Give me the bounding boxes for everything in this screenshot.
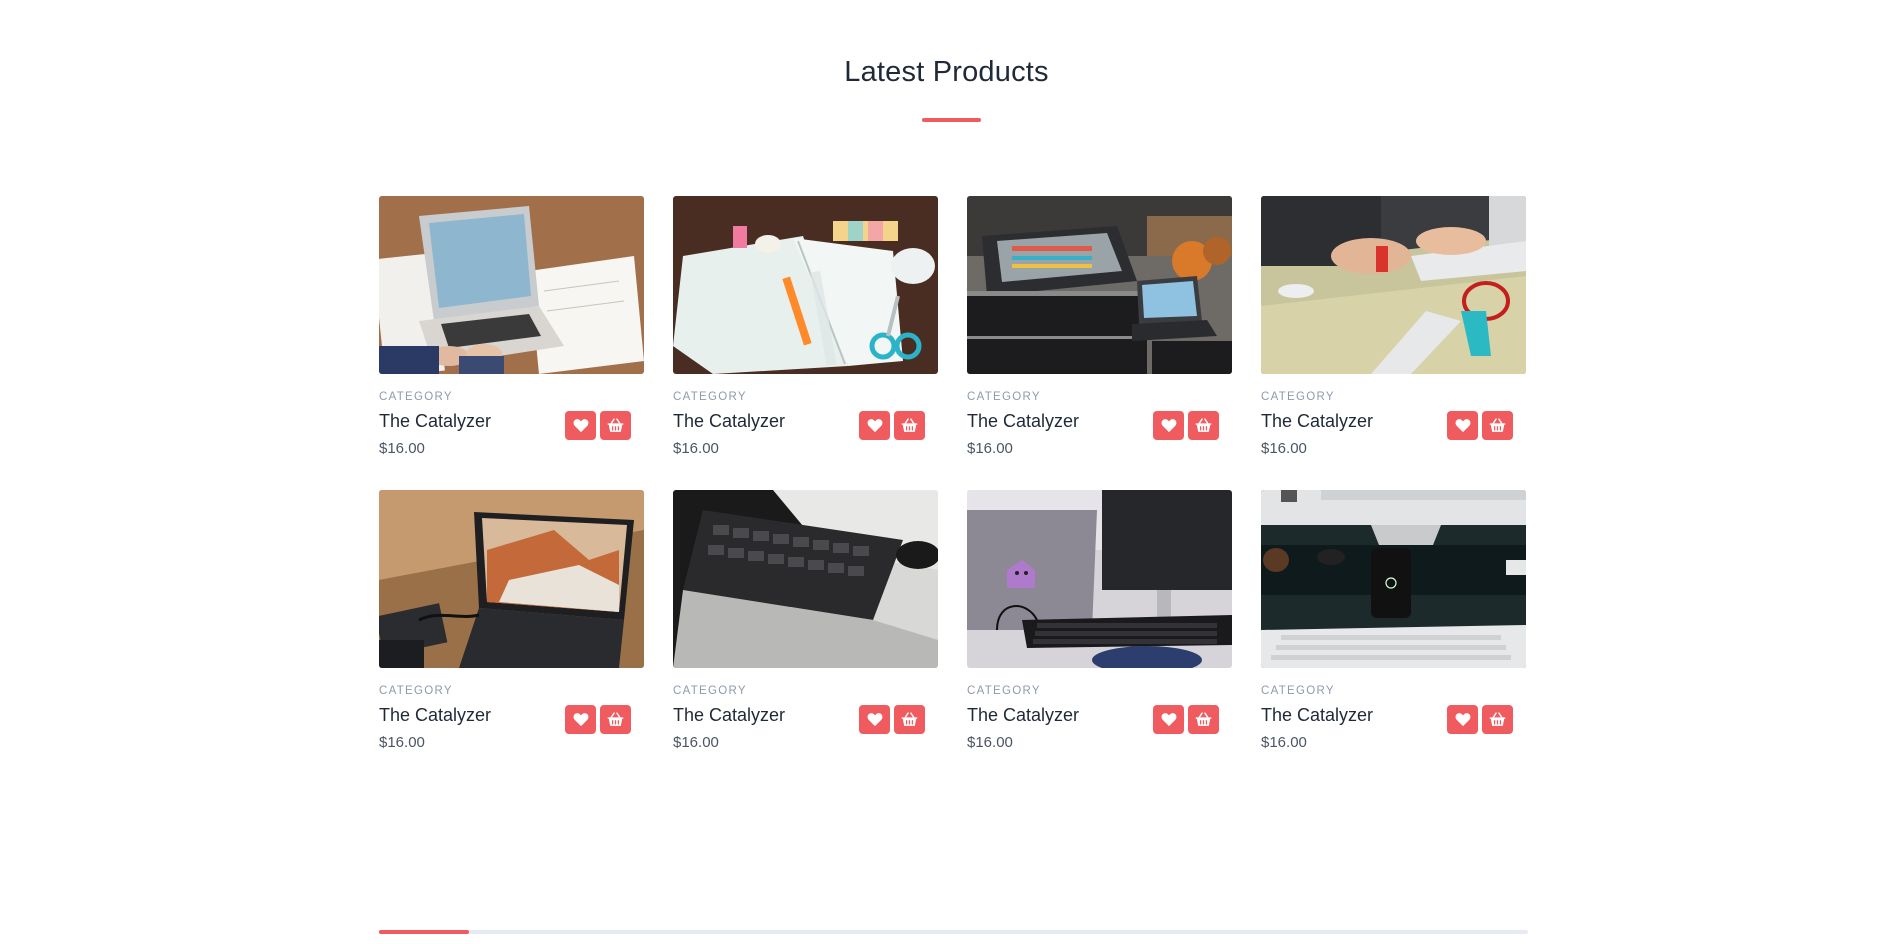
add-to-wishlist-button[interactable] (565, 705, 596, 734)
product-category: CATEGORY (673, 685, 747, 697)
product-image[interactable] (1261, 196, 1526, 374)
heart-icon (1455, 419, 1470, 433)
basket-icon (607, 418, 624, 432)
product-image[interactable] (379, 490, 644, 668)
add-to-cart-button[interactable] (600, 705, 631, 734)
product-category: CATEGORY (1261, 685, 1335, 697)
basket-icon (1195, 418, 1212, 432)
add-to-cart-button[interactable] (894, 705, 925, 734)
product-category: CATEGORY (1261, 391, 1335, 403)
heart-icon (573, 713, 588, 727)
basket-icon (1489, 418, 1506, 432)
product-price: $16.00 (967, 440, 1013, 457)
basket-icon (901, 418, 918, 432)
add-to-cart-button[interactable] (894, 411, 925, 440)
product-card[interactable]: CATEGORY The Catalyzer $16.00 (673, 490, 938, 758)
product-price: $16.00 (379, 734, 425, 751)
product-name[interactable]: The Catalyzer (967, 411, 1079, 432)
product-price: $16.00 (967, 734, 1013, 751)
add-to-cart-button[interactable] (1482, 705, 1513, 734)
basket-icon (607, 712, 624, 726)
product-price: $16.00 (1261, 440, 1307, 457)
product-category: CATEGORY (967, 685, 1041, 697)
product-name[interactable]: The Catalyzer (379, 411, 491, 432)
section-title: Latest Products (844, 56, 1049, 88)
add-to-cart-button[interactable] (600, 411, 631, 440)
heart-icon (867, 419, 882, 433)
basket-icon (901, 712, 918, 726)
product-price: $16.00 (1261, 734, 1307, 751)
add-to-wishlist-button[interactable] (1153, 705, 1184, 734)
heart-icon (867, 713, 882, 727)
carousel-scrollbar[interactable] (379, 930, 1528, 934)
product-image[interactable] (673, 196, 938, 374)
heart-icon (1161, 419, 1176, 433)
product-card[interactable]: CATEGORY The Catalyzer $16.00 (673, 196, 938, 464)
product-category: CATEGORY (379, 685, 453, 697)
product-price: $16.00 (673, 734, 719, 751)
add-to-wishlist-button[interactable] (565, 411, 596, 440)
product-grid: CATEGORY The Catalyzer $16.00 CATEGORY T… (379, 196, 1528, 758)
add-to-wishlist-button[interactable] (859, 411, 890, 440)
product-category: CATEGORY (379, 391, 453, 403)
product-name[interactable]: The Catalyzer (967, 705, 1079, 726)
add-to-wishlist-button[interactable] (1153, 411, 1184, 440)
add-to-wishlist-button[interactable] (859, 705, 890, 734)
product-card[interactable]: CATEGORY The Catalyzer $16.00 (1261, 196, 1526, 464)
product-card[interactable]: CATEGORY The Catalyzer $16.00 (379, 196, 644, 464)
product-image[interactable] (379, 196, 644, 374)
heart-icon (1161, 713, 1176, 727)
product-card[interactable]: CATEGORY The Catalyzer $16.00 (379, 490, 644, 758)
product-price: $16.00 (379, 440, 425, 457)
product-name[interactable]: The Catalyzer (673, 411, 785, 432)
add-to-wishlist-button[interactable] (1447, 705, 1478, 734)
title-underline (922, 118, 981, 122)
product-card[interactable]: CATEGORY The Catalyzer $16.00 (1261, 490, 1526, 758)
add-to-wishlist-button[interactable] (1447, 411, 1478, 440)
product-category: CATEGORY (673, 391, 747, 403)
product-image[interactable] (967, 196, 1232, 374)
basket-icon (1195, 712, 1212, 726)
product-name[interactable]: The Catalyzer (1261, 411, 1373, 432)
add-to-cart-button[interactable] (1482, 411, 1513, 440)
product-image[interactable] (1261, 490, 1526, 668)
product-image[interactable] (967, 490, 1232, 668)
add-to-cart-button[interactable] (1188, 411, 1219, 440)
product-category: CATEGORY (967, 391, 1041, 403)
product-card[interactable]: CATEGORY The Catalyzer $16.00 (967, 490, 1232, 758)
product-name[interactable]: The Catalyzer (1261, 705, 1373, 726)
heart-icon (1455, 713, 1470, 727)
heart-icon (573, 419, 588, 433)
add-to-cart-button[interactable] (1188, 705, 1219, 734)
product-image[interactable] (673, 490, 938, 668)
basket-icon (1489, 712, 1506, 726)
product-name[interactable]: The Catalyzer (673, 705, 785, 726)
product-name[interactable]: The Catalyzer (379, 705, 491, 726)
latest-products-page: Latest Products CATEGORY The Catalyzer $… (0, 0, 1893, 944)
product-price: $16.00 (673, 440, 719, 457)
product-card[interactable]: CATEGORY The Catalyzer $16.00 (967, 196, 1232, 464)
carousel-scrollbar-thumb[interactable] (379, 930, 469, 934)
